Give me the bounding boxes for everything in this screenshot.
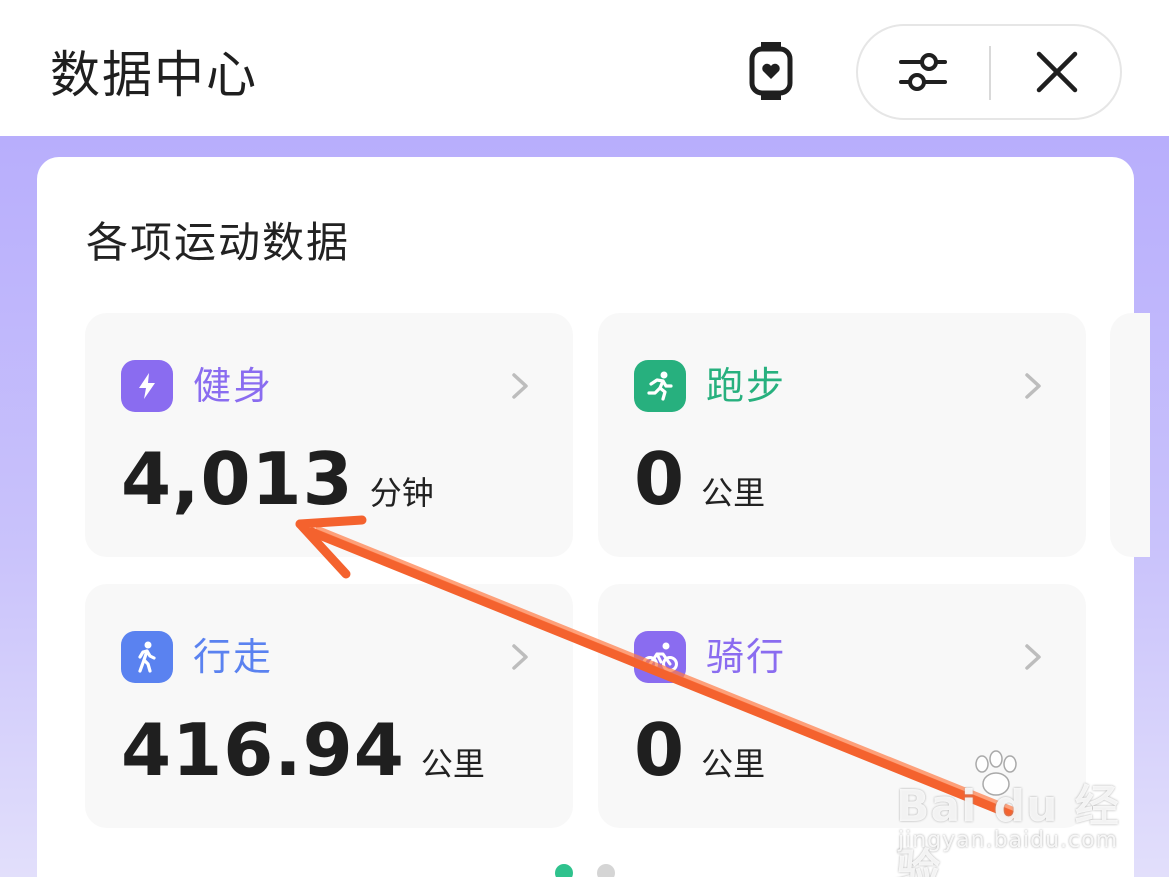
sliders-icon	[899, 53, 947, 91]
page-dot-active[interactable]	[555, 864, 573, 877]
walking-icon	[121, 631, 173, 683]
page-dot[interactable]	[597, 864, 615, 877]
tile-value: 4,013 分钟	[121, 439, 434, 519]
card-title: 各项运动数据	[86, 218, 351, 267]
pagination-dots	[555, 864, 619, 877]
tile-name: 骑行	[706, 635, 787, 679]
tile-running[interactable]: 跑步 0 公里	[598, 313, 1086, 557]
data-center-page: 数据中心 各项运动数据 健身 4,013 分钟 跑步 0 公里 行走 416.9…	[0, 0, 1169, 877]
tile-number: 416.94	[121, 708, 405, 792]
chevron-right-icon	[512, 644, 528, 670]
tile-value: 0 公里	[634, 710, 765, 790]
tile-unit: 公里	[420, 745, 485, 783]
actions-divider	[989, 46, 991, 100]
running-icon	[634, 360, 686, 412]
tile-number: 0	[634, 437, 686, 521]
tile-name: 行走	[193, 635, 274, 679]
tile-next-partial[interactable]	[1110, 313, 1150, 557]
tile-unit: 公里	[701, 474, 766, 512]
chevron-right-icon	[1025, 373, 1041, 399]
tile-name: 跑步	[706, 364, 787, 408]
chevron-right-icon	[512, 373, 528, 399]
tile-name: 健身	[193, 364, 274, 408]
tile-value: 0 公里	[634, 439, 765, 519]
lightning-icon	[121, 360, 173, 412]
filter-button[interactable]	[858, 26, 988, 118]
tile-value: 416.94 公里	[121, 710, 485, 790]
tile-walking[interactable]: 行走 416.94 公里	[85, 584, 573, 828]
close-button[interactable]	[992, 26, 1122, 118]
watch-button[interactable]	[740, 38, 802, 104]
cycling-icon	[634, 631, 686, 683]
watermark-brand: Bai du 经验	[896, 781, 1120, 877]
page-title: 数据中心	[50, 46, 258, 104]
tile-number: 0	[634, 708, 686, 792]
tile-unit: 分钟	[369, 474, 434, 512]
watermark-url: jingyan.baidu.com	[898, 828, 1119, 853]
header-actions	[856, 24, 1122, 120]
tile-unit: 公里	[701, 745, 766, 783]
header: 数据中心	[0, 0, 1169, 136]
smartwatch-heart-icon	[749, 42, 793, 100]
chevron-right-icon	[1025, 644, 1041, 670]
tile-fitness[interactable]: 健身 4,013 分钟	[85, 313, 573, 557]
tile-number: 4,013	[121, 437, 354, 521]
close-icon	[1036, 51, 1078, 93]
watermark: Bai du 经验 jingyan.baidu.com	[896, 750, 1126, 877]
